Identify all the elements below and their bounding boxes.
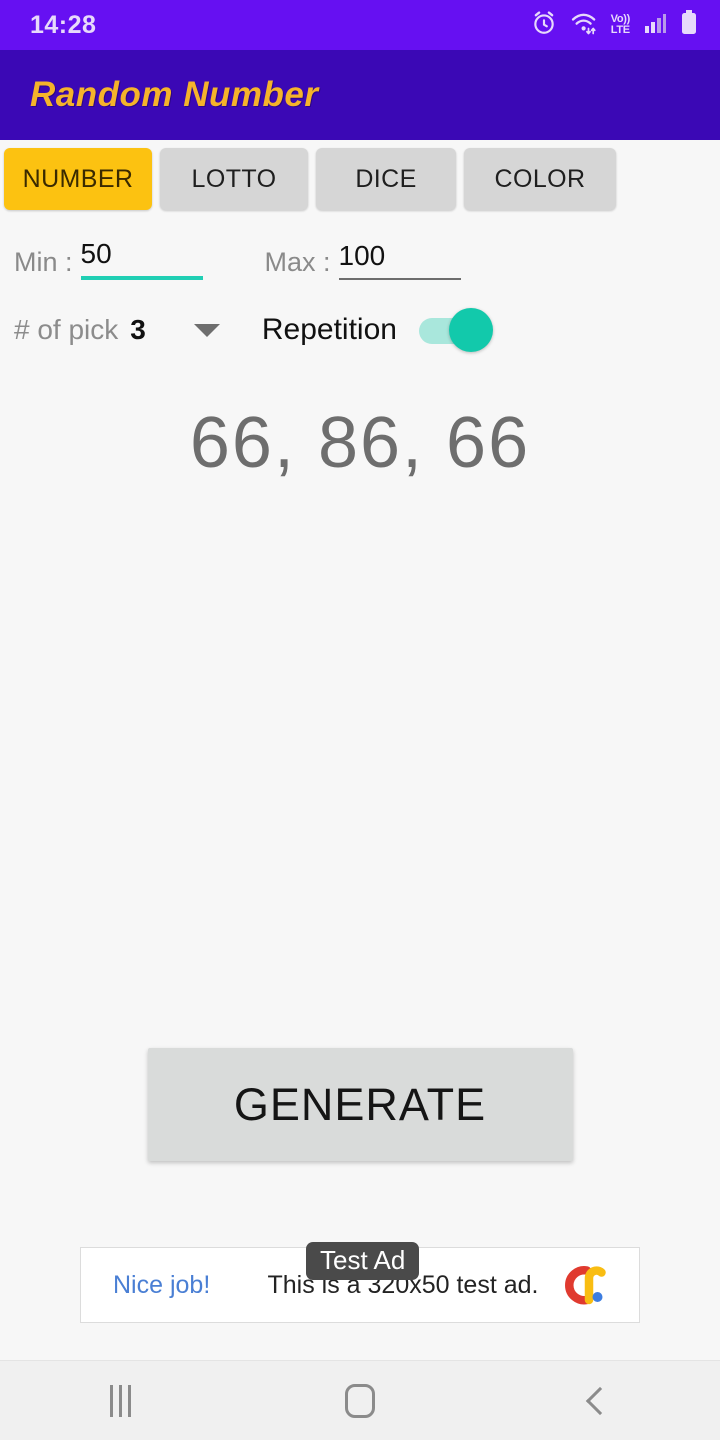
pick-count-value[interactable]: 3 <box>130 314 146 346</box>
volte-bottom-label: LTE <box>610 24 630 36</box>
min-underline <box>80 276 203 280</box>
nav-recents-button[interactable] <box>0 1384 240 1417</box>
max-value: 100 <box>338 240 386 271</box>
range-row: Min : 50 Max : 100 <box>0 210 720 282</box>
min-value: 50 <box>80 238 112 269</box>
generate-button-wrap: GENERATE <box>0 1048 720 1161</box>
nav-back-button[interactable] <box>480 1386 720 1415</box>
app-bar: Random Number <box>0 50 720 140</box>
page-title: Random Number <box>30 75 319 114</box>
wifi-icon <box>570 10 598 41</box>
volte-icon: Vo)) LTE <box>610 14 631 36</box>
pick-row: # of pick 3 Repetition <box>0 282 720 354</box>
status-bar-clock: 14:28 <box>30 10 97 39</box>
tab-bar: NUMBER LOTTO DICE COLOR <box>0 140 720 210</box>
repetition-label: Repetition <box>261 313 397 346</box>
alarm-icon <box>531 10 557 41</box>
pick-count-label: # of pick <box>14 314 119 345</box>
home-icon <box>345 1383 375 1418</box>
admob-logo-icon <box>553 1262 619 1308</box>
nav-home-button[interactable] <box>240 1383 480 1418</box>
recents-icon <box>109 1384 131 1417</box>
min-group: Min : 50 <box>14 238 203 282</box>
tab-color[interactable]: COLOR <box>464 148 616 210</box>
ad-link[interactable]: Nice job! <box>113 1271 263 1300</box>
status-bar: 14:28 Vo)) LTE <box>0 0 720 50</box>
max-underline <box>338 278 461 280</box>
signal-icon <box>643 11 667 40</box>
min-input[interactable]: 50 <box>80 238 203 282</box>
tab-dice[interactable]: DICE <box>316 148 456 210</box>
battery-icon <box>680 9 698 41</box>
result-display: 66, 86, 66 <box>189 403 531 483</box>
max-input[interactable]: 100 <box>338 240 461 282</box>
max-group: Max : 100 <box>265 240 461 282</box>
repetition-toggle[interactable] <box>418 308 493 352</box>
tab-lotto[interactable]: LOTTO <box>160 148 308 210</box>
tab-number[interactable]: NUMBER <box>4 148 152 210</box>
ad-test-badge: Test Ad <box>306 1242 420 1280</box>
max-label: Max : <box>264 247 331 277</box>
status-bar-icons: Vo)) LTE <box>531 9 698 41</box>
generate-button[interactable]: GENERATE <box>147 1048 573 1161</box>
repetition-toggle-thumb <box>448 308 493 352</box>
system-navigation-bar <box>0 1360 720 1440</box>
back-icon <box>585 1386 615 1415</box>
min-label: Min : <box>14 247 73 277</box>
chevron-down-icon[interactable] <box>193 323 220 337</box>
